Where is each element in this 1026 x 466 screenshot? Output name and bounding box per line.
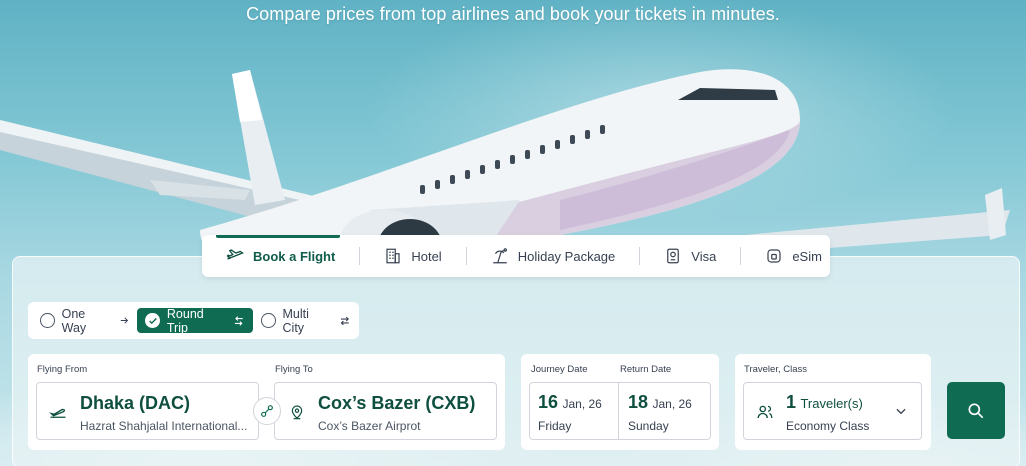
traveler-card: Traveler, Class 1 Traveler(s) Economy Cl… xyxy=(735,354,931,450)
trip-option-label: Round Trip xyxy=(166,306,204,335)
trip-option-one-way[interactable]: One Way xyxy=(32,306,137,335)
passport-icon xyxy=(667,248,680,264)
tab-visa[interactable]: Visa xyxy=(640,235,716,277)
tab-holiday-package[interactable]: Holiday Package xyxy=(467,235,616,277)
from-field[interactable]: Dhaka (DAC) Hazrat Shahjalal Internation… xyxy=(36,382,259,440)
swap-icon xyxy=(261,405,273,417)
service-tabs: Book a Flight Hotel Holiday Package Visa… xyxy=(202,235,830,277)
tab-book-flight[interactable]: Book a Flight xyxy=(202,235,341,277)
swap-route-button[interactable] xyxy=(253,397,281,425)
plane-icon xyxy=(226,249,244,260)
trip-option-multi-city[interactable]: Multi City xyxy=(253,306,359,335)
radio-icon xyxy=(40,313,55,328)
trip-option-label: One Way xyxy=(61,306,87,335)
return-month: Jan, 26 xyxy=(652,397,692,411)
tab-label: eSim xyxy=(792,248,822,264)
from-city: Dhaka (DAC) xyxy=(80,393,191,413)
tab-esim[interactable]: eSim xyxy=(741,235,822,277)
journey-date-field[interactable]: 16 Jan, 26 Friday xyxy=(530,383,619,439)
journey-day: 16 xyxy=(538,392,559,412)
chevron-down-icon xyxy=(896,408,906,415)
to-label: Flying To xyxy=(275,364,313,375)
from-label: Flying From xyxy=(37,364,88,375)
takeoff-icon xyxy=(49,408,66,418)
from-airport: Hazrat Shahjalal International... xyxy=(80,419,248,433)
return-arrow-icon xyxy=(235,315,243,326)
radio-icon xyxy=(260,313,276,328)
hero-subtitle: Compare prices from top airlines and boo… xyxy=(246,4,780,24)
to-field[interactable]: Cox’s Bazer (CXB) Cox’s Bazer Airprot xyxy=(274,382,497,440)
traveler-label: Traveler, Class xyxy=(744,364,807,375)
trip-option-label: Multi City xyxy=(282,306,309,335)
dates-card: Journey Date Return Date 16 Jan, 26 Frid… xyxy=(521,354,719,450)
journey-month: Jan, 26 xyxy=(562,397,602,411)
journey-weekday: Friday xyxy=(538,419,572,433)
search-icon xyxy=(968,403,984,418)
check-circle-icon xyxy=(145,313,160,328)
tab-label: Visa xyxy=(691,248,717,264)
trip-option-round-trip[interactable]: Round Trip xyxy=(137,306,253,335)
location-pin-icon xyxy=(291,405,303,420)
tab-hotel[interactable]: Hotel xyxy=(360,235,442,277)
travel-class: Economy Class xyxy=(786,419,870,433)
trip-type-selector: One Way Round Trip Multi City xyxy=(28,302,359,339)
sim-icon xyxy=(767,249,781,263)
tab-label: Holiday Package xyxy=(517,248,616,264)
to-airport: Cox’s Bazer Airprot xyxy=(318,419,421,433)
return-weekday: Sunday xyxy=(628,419,669,433)
return-date-field[interactable]: 18 Jan, 26 Sunday xyxy=(620,383,710,439)
search-button[interactable] xyxy=(947,382,1005,439)
tab-label: Hotel xyxy=(411,248,442,264)
traveler-field[interactable]: 1 Traveler(s) Economy Class xyxy=(743,382,922,440)
dates-field: 16 Jan, 26 Friday 18 Jan, 26 Sunday xyxy=(529,382,711,440)
tab-label: Book a Flight xyxy=(253,248,336,264)
return-date-label: Return Date xyxy=(620,364,672,375)
beach-icon xyxy=(492,248,507,264)
to-city: Cox’s Bazer (CXB) xyxy=(318,393,476,413)
hotel-icon xyxy=(386,248,400,264)
arrow-right-icon xyxy=(120,317,128,324)
traveler-unit: Traveler(s) xyxy=(800,396,863,411)
journey-date-label: Journey Date xyxy=(531,364,588,375)
return-day: 18 xyxy=(628,392,649,412)
traveler-count: 1 xyxy=(786,392,797,412)
swap-arrows-icon xyxy=(341,316,350,325)
users-icon xyxy=(757,405,773,419)
